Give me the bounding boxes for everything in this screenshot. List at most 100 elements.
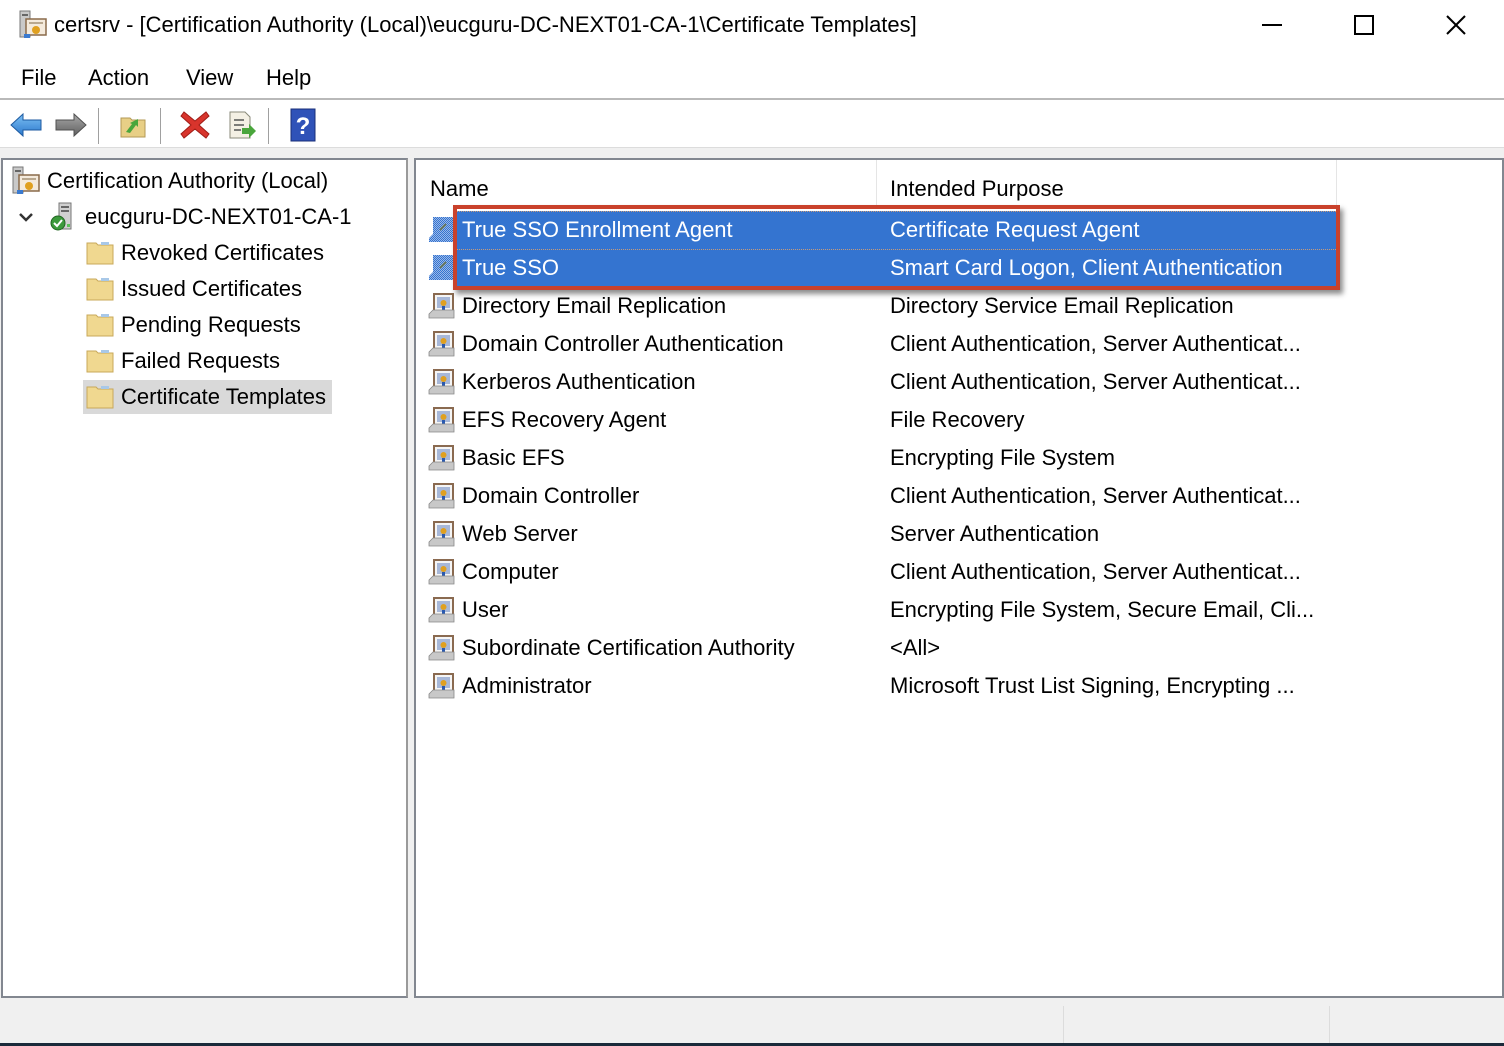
template-intended-purpose: Encrypting File System <box>890 445 1115 470</box>
menu-action[interactable]: Action <box>88 65 149 91</box>
template-name: Domain Controller <box>462 483 640 508</box>
certificate-template-icon <box>428 596 456 624</box>
tree-item-revoked-certificates[interactable]: Revoked Certificates <box>85 236 330 270</box>
template-intended-purpose: Client Authentication, Server Authentica… <box>890 483 1301 508</box>
template-row[interactable]: Web Server Server Authentication <box>416 515 1502 553</box>
template-intended-purpose: Client Authentication, Server Authentica… <box>890 369 1301 394</box>
certificate-template-icon <box>428 216 456 244</box>
status-separator <box>1063 1006 1064 1044</box>
template-row[interactable]: True SSO Enrollment Agent Certificate Req… <box>416 211 1502 249</box>
template-intended-purpose: Certificate Request Agent <box>890 217 1140 242</box>
export-list-button[interactable] <box>222 106 260 144</box>
template-row[interactable]: Basic EFS Encrypting File System <box>416 439 1502 477</box>
folder-icon <box>85 346 115 376</box>
tree-item-label: eucguru-DC-NEXT01-CA-1 <box>85 204 352 229</box>
tree-item-pending-requests[interactable]: Pending Requests <box>85 308 307 342</box>
maximize-icon <box>1354 15 1374 35</box>
template-name: Subordinate Certification Authority <box>462 635 795 660</box>
status-bar <box>0 1002 1504 1044</box>
console-tree: Certification Authority (Local) eucguru-… <box>1 158 408 998</box>
certificate-template-icon <box>428 672 456 700</box>
folder-icon <box>85 382 115 412</box>
forward-arrow-icon <box>55 112 87 138</box>
template-name: Basic EFS <box>462 445 565 470</box>
template-intended-purpose: Encrypting File System, Secure Email, Cl… <box>890 597 1315 622</box>
template-intended-purpose: File Recovery <box>890 407 1025 432</box>
window-title: certsrv - [Certification Authority (Loca… <box>54 12 917 37</box>
toolbar-separator <box>160 108 161 144</box>
tree-item-label: Failed Requests <box>121 348 280 373</box>
template-name: True SSO <box>462 255 559 280</box>
menu-file[interactable]: File <box>21 65 56 91</box>
menu-view[interactable]: View <box>186 65 233 91</box>
certificate-template-icon <box>428 406 456 434</box>
certificate-template-icon <box>428 368 456 396</box>
template-name: Kerberos Authentication <box>462 369 696 394</box>
toolbar-separator <box>98 108 99 144</box>
tree-item-label: Issued Certificates <box>121 276 302 301</box>
tree-item-issued-certificates[interactable]: Issued Certificates <box>85 272 308 306</box>
template-row[interactable]: EFS Recovery Agent File Recovery <box>416 401 1502 439</box>
column-header-name[interactable]: Name <box>430 160 874 206</box>
tree-item-label: Revoked Certificates <box>121 240 324 265</box>
template-row[interactable]: User Encrypting File System, Secure Email… <box>416 591 1502 629</box>
certificate-template-icon <box>428 330 456 358</box>
template-name: Computer <box>462 559 559 584</box>
folder-icon <box>85 274 115 304</box>
export-list-icon <box>229 111 256 139</box>
forward-button[interactable] <box>52 106 90 144</box>
certificate-template-icon <box>428 634 456 662</box>
template-name: True SSO Enrollment Agent <box>462 217 733 242</box>
tree-item-label: Certificate Templates <box>115 380 333 414</box>
template-row[interactable]: Administrator Microsoft Trust List Signin… <box>416 667 1502 705</box>
menu-bar: File Action View Help <box>0 56 1504 100</box>
template-row[interactable]: Kerberos Authentication Client Authentica… <box>416 363 1502 401</box>
tree-item-certification-authority[interactable]: Certification Authority (Local) <box>11 164 334 198</box>
tree-item-certificate-templates[interactable]: Certificate Templates <box>83 380 333 414</box>
main-area: Certification Authority (Local) eucguru-… <box>0 148 1504 1002</box>
template-row[interactable]: Subordinate Certification Authority <All> <box>416 629 1502 667</box>
folder-icon <box>85 238 115 268</box>
certificate-template-icon <box>428 292 456 320</box>
back-button[interactable] <box>7 106 45 144</box>
template-row[interactable]: Directory Email Replication Directory Ser… <box>416 287 1502 325</box>
template-intended-purpose: Directory Service Email Replication <box>890 293 1234 318</box>
template-intended-purpose: Client Authentication, Server Authentica… <box>890 559 1301 584</box>
svg-text:?: ? <box>296 113 311 140</box>
delete-button[interactable] <box>176 106 214 144</box>
close-icon <box>1446 15 1466 35</box>
certificate-template-icon <box>428 254 456 282</box>
tree-item-ca[interactable]: eucguru-DC-NEXT01-CA-1 <box>15 200 358 234</box>
tree-item-label: Certification Authority (Local) <box>47 168 329 193</box>
minimize-button[interactable] <box>1226 0 1318 50</box>
template-name: Domain Controller Authentication <box>462 331 784 356</box>
minimize-icon <box>1262 24 1282 26</box>
close-button[interactable] <box>1410 0 1502 50</box>
template-name: Administrator <box>462 673 592 698</box>
certification-authority-icon <box>11 166 41 196</box>
status-separator <box>1329 1006 1330 1044</box>
tree-item-label: Pending Requests <box>121 312 301 337</box>
maximize-button[interactable] <box>1318 0 1410 50</box>
details-list: Name Intended Purpose True SSO Enrollmen… <box>414 158 1504 998</box>
template-name: EFS Recovery Agent <box>462 407 667 432</box>
template-row[interactable]: True SSO Smart Card Logon, Client Authent… <box>416 249 1502 287</box>
back-arrow-icon <box>10 112 42 138</box>
certsrv-app-icon <box>18 10 48 40</box>
template-row[interactable]: Domain Controller Authentication Client A… <box>416 325 1502 363</box>
certificate-template-icon <box>428 558 456 586</box>
help-icon: ? <box>290 108 316 142</box>
up-one-level-button[interactable] <box>114 106 152 144</box>
template-row[interactable]: Domain Controller Client Authentication, … <box>416 477 1502 515</box>
tree-item-failed-requests[interactable]: Failed Requests <box>85 344 286 378</box>
template-row[interactable]: Computer Client Authentication, Server Au… <box>416 553 1502 591</box>
chevron-down-icon[interactable] <box>15 202 37 232</box>
column-divider[interactable] <box>1336 160 1337 206</box>
delete-x-icon <box>180 111 210 139</box>
column-header-intended-purpose[interactable]: Intended Purpose <box>876 160 1336 206</box>
toolbar: ? <box>0 102 1504 148</box>
certificate-template-icon <box>428 444 456 472</box>
menu-help[interactable]: Help <box>266 65 311 91</box>
help-button[interactable]: ? <box>284 106 322 144</box>
template-name: Web Server <box>462 521 578 546</box>
